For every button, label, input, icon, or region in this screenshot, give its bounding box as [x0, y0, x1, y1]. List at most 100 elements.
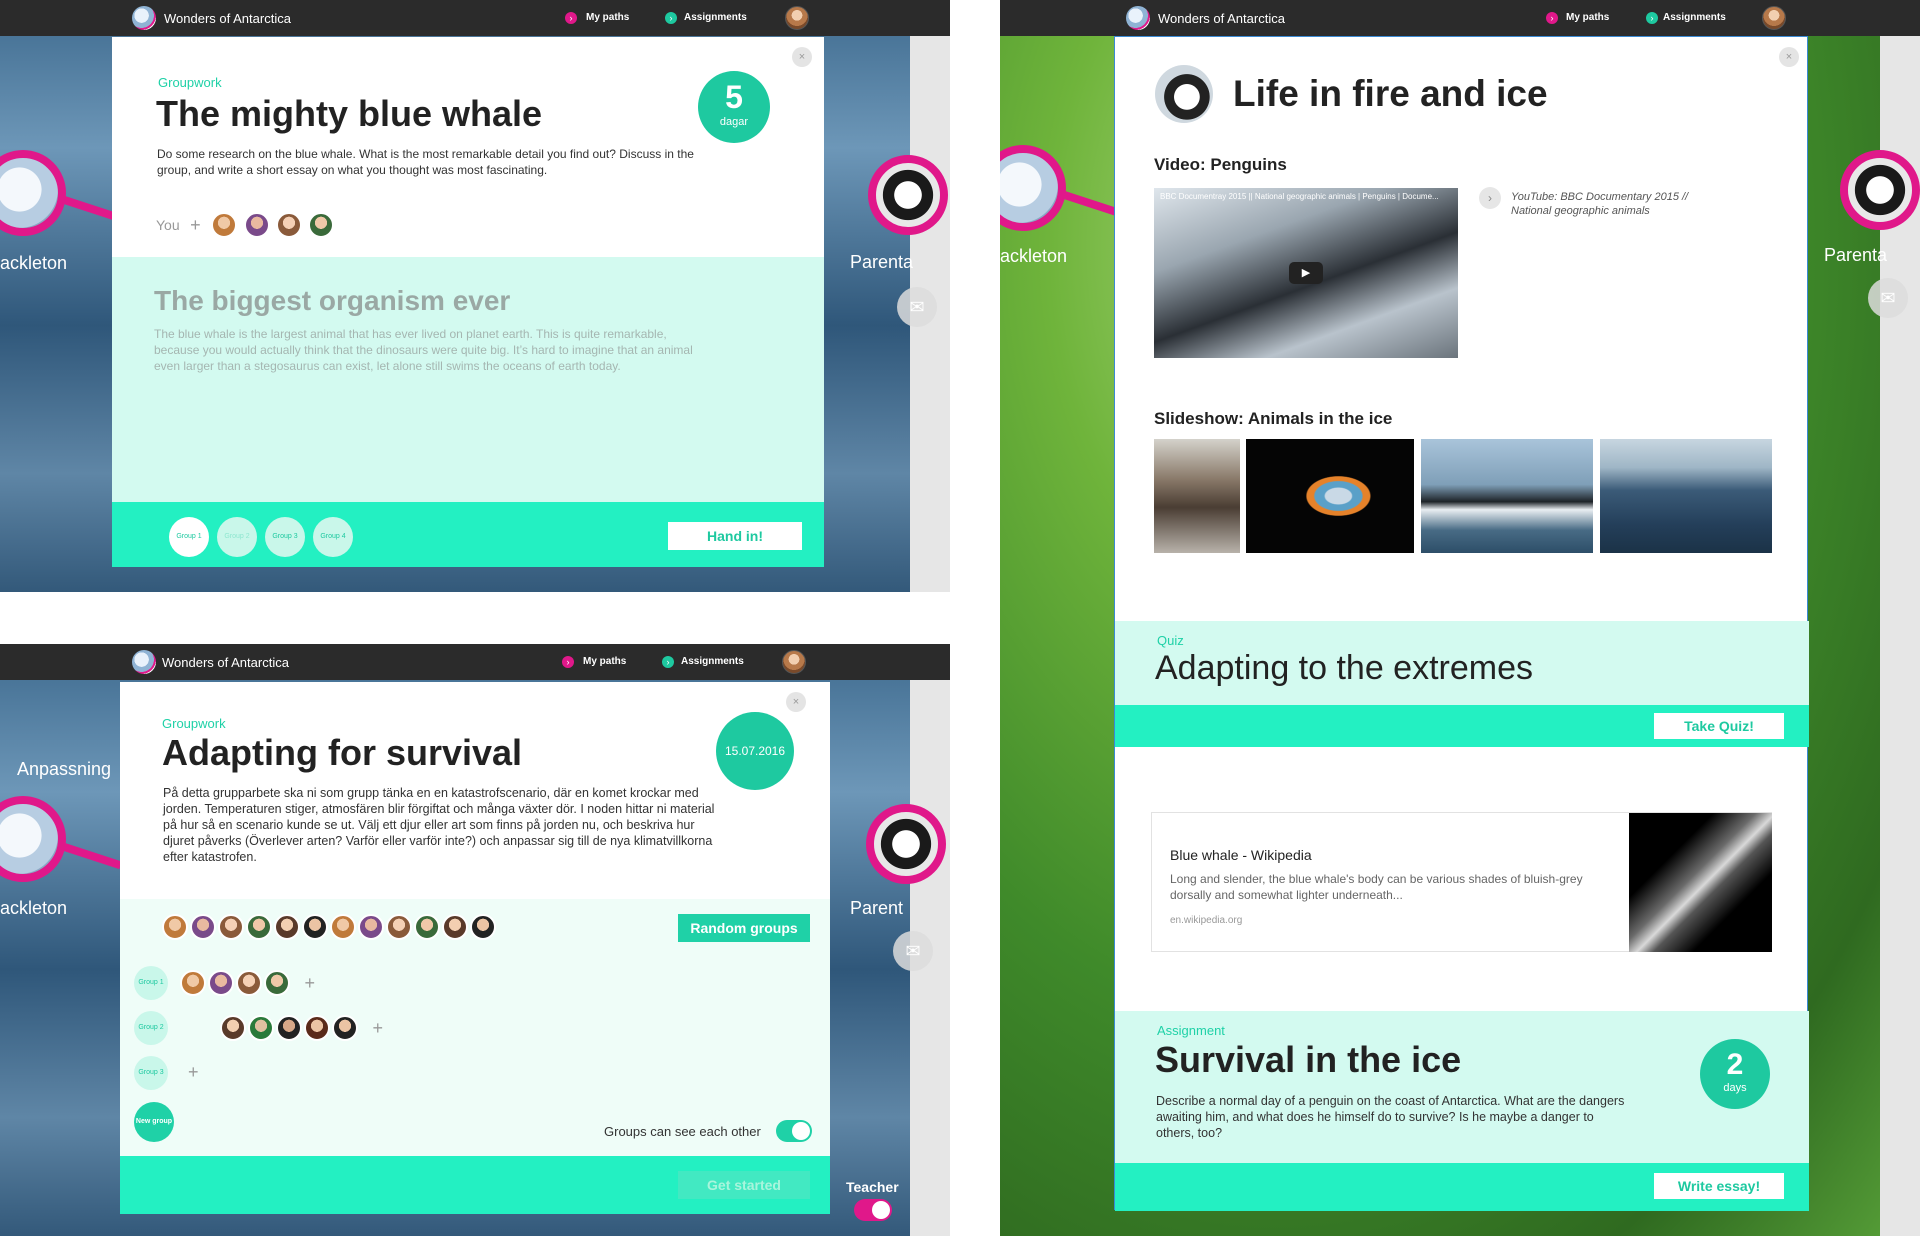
group-chip-1[interactable]: Group 1	[134, 966, 168, 1000]
random-groups-button[interactable]: Random groups	[678, 914, 810, 942]
days-badge-unit: dagar	[719, 116, 749, 128]
avatar[interactable]	[414, 914, 440, 940]
app-title: Wonders of Antarctica	[164, 11, 291, 26]
avatar[interactable]	[190, 914, 216, 940]
avatar[interactable]	[386, 914, 412, 940]
avatar[interactable]	[470, 914, 496, 940]
add-member-icon[interactable]: +	[188, 1062, 199, 1083]
app-logo-icon[interactable]	[1126, 6, 1150, 30]
map-node-left[interactable]	[0, 150, 66, 236]
my-paths-icon: ›	[1546, 12, 1558, 24]
avatar[interactable]	[276, 1015, 302, 1041]
avatar[interactable]	[248, 1015, 274, 1041]
add-member-icon[interactable]: +	[190, 215, 201, 235]
map-node-left[interactable]	[1000, 145, 1066, 231]
days-badge: 2 days	[1700, 1039, 1770, 1109]
map-node-left[interactable]	[0, 796, 66, 882]
nav-my-paths[interactable]: My paths	[583, 656, 626, 667]
close-icon[interactable]: ×	[1779, 47, 1799, 67]
days-badge-unit: days	[1723, 1082, 1747, 1094]
map-node-right[interactable]	[1840, 150, 1920, 230]
slide-whale[interactable]	[1600, 439, 1772, 553]
hand-in-button[interactable]: Hand in!	[668, 522, 802, 550]
avatar[interactable]	[330, 914, 356, 940]
external-link-icon[interactable]: ›	[1479, 187, 1501, 209]
app-title: Wonders of Antarctica	[162, 655, 289, 670]
close-icon[interactable]: ×	[792, 47, 812, 67]
teacher-toggle[interactable]	[854, 1199, 892, 1221]
avatar[interactable]	[358, 914, 384, 940]
nav-my-paths[interactable]: My paths	[586, 12, 629, 23]
you-label: You	[156, 217, 180, 233]
close-icon[interactable]: ×	[786, 692, 806, 712]
wiki-image	[1629, 813, 1772, 952]
teacher-label: Teacher	[846, 1179, 899, 1195]
chat-bubble-icon[interactable]: ✉	[893, 931, 933, 971]
user-avatar[interactable]	[782, 650, 806, 674]
take-quiz-button[interactable]: Take Quiz!	[1654, 713, 1784, 739]
avatar[interactable]	[302, 914, 328, 940]
members-row: You +	[156, 212, 336, 238]
nav-assignments[interactable]: Assignments	[1663, 12, 1726, 23]
slideshow-heading: Slideshow: Animals in the ice	[1154, 409, 1393, 428]
side-label-right: Parent	[850, 898, 904, 918]
app-logo-icon[interactable]	[132, 6, 156, 30]
user-avatar[interactable]	[785, 6, 809, 30]
group-tab-2[interactable]: Group 2	[217, 517, 257, 557]
add-member-icon[interactable]: +	[372, 1018, 383, 1038]
avatar[interactable]	[208, 970, 234, 996]
quiz-eyebrow: Quiz	[1157, 633, 1184, 648]
nav-assignments[interactable]: Assignments	[681, 656, 744, 667]
slide-seals[interactable]	[1154, 439, 1240, 553]
get-started-button[interactable]: Get started	[678, 1171, 810, 1199]
action-bar: Get started	[120, 1156, 830, 1214]
due-date-badge: 15.07.2016	[716, 712, 794, 790]
avatar[interactable]	[236, 970, 262, 996]
groups-visible-toggle[interactable]	[776, 1120, 812, 1142]
quiz-title: Adapting to the extremes	[1155, 649, 1534, 687]
new-group-button[interactable]: New group	[134, 1102, 174, 1142]
chat-bubble-icon[interactable]: ✉	[897, 287, 937, 327]
map-node-right[interactable]	[866, 804, 946, 884]
group-chip-2[interactable]: Group 2	[134, 1011, 168, 1045]
app-title: Wonders of Antarctica	[1158, 11, 1285, 26]
wiki-summary: Long and slender, the blue whale's body …	[1170, 872, 1583, 902]
avatar[interactable]	[220, 1015, 246, 1041]
group-chip-3[interactable]: Group 3	[134, 1056, 168, 1090]
app-logo-icon[interactable]	[132, 650, 156, 674]
card-description: Do some research on the blue whale. What…	[157, 147, 694, 177]
toggle-knob	[792, 1122, 810, 1140]
group-tab-3[interactable]: Group 3	[265, 517, 305, 557]
nav-assignments[interactable]: Assignments	[684, 12, 747, 23]
avatar[interactable]	[274, 914, 300, 940]
assignments-icon: ›	[662, 656, 674, 668]
avatar[interactable]	[332, 1015, 358, 1041]
avatar[interactable]	[442, 914, 468, 940]
video-thumbnail[interactable]: BBC Documentray 2015 || National geograp…	[1154, 188, 1458, 358]
avatar[interactable]	[218, 914, 244, 940]
group-tab-4[interactable]: Group 4	[313, 517, 353, 557]
side-label-left: ackleton	[1000, 246, 1068, 266]
avatar[interactable]	[304, 1015, 330, 1041]
avatar[interactable]	[180, 970, 206, 996]
slide-krill[interactable]	[1246, 439, 1414, 553]
slide-orca[interactable]	[1421, 439, 1593, 553]
wiki-link-card[interactable]: Blue whale - Wikipedia Long and slender,…	[1151, 812, 1772, 952]
info-section-title: The biggest organism ever	[154, 285, 511, 316]
chat-bubble-icon[interactable]: ✉	[1868, 278, 1908, 318]
penguin-icon	[1155, 65, 1213, 123]
panel-blue-whale: Wonders of Antarctica › My paths › Assig…	[0, 0, 950, 592]
add-member-icon[interactable]: +	[304, 973, 315, 993]
side-label-right: Parenta	[850, 252, 914, 272]
wiki-title: Blue whale - Wikipedia	[1170, 847, 1312, 863]
nav-my-paths[interactable]: My paths	[1566, 12, 1609, 23]
user-avatar[interactable]	[1762, 6, 1786, 30]
avatar[interactable]	[264, 970, 290, 996]
wiki-url: en.wikipedia.org	[1170, 915, 1243, 926]
play-icon[interactable]: ▶	[1289, 262, 1323, 284]
map-node-right[interactable]	[868, 155, 948, 235]
write-essay-button[interactable]: Write essay!	[1654, 1173, 1784, 1199]
avatar[interactable]	[162, 914, 188, 940]
group-tab-1[interactable]: Group 1	[169, 517, 209, 557]
avatar[interactable]	[246, 914, 272, 940]
